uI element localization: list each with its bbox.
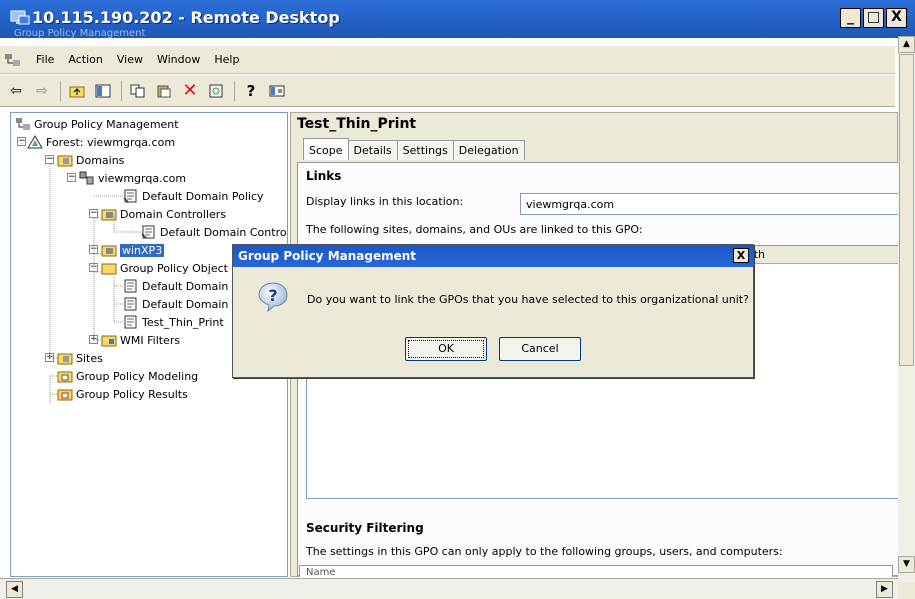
tab-details[interactable]: Details [347,140,398,160]
close-button[interactable]: X [886,8,907,28]
show-hide-tree-icon[interactable] [93,81,113,101]
toolbar: ⇦ ⇨ ✕ ? [0,75,895,107]
minimize-button[interactable]: _ [840,8,861,28]
cancel-button[interactable]: Cancel [499,337,581,361]
scroll-left-arrow-icon[interactable]: ◀ [6,581,23,598]
delete-icon[interactable]: ✕ [180,80,200,101]
display-links-label: Display links in this location: [306,195,464,208]
toolbar-separator [121,80,122,101]
dialog-title-bar[interactable]: Group Policy Management X [233,245,753,267]
tab-settings[interactable]: Settings [396,140,454,160]
linked-locations-text: The following sites, domains, and OUs ar… [306,223,643,236]
remote-desktop-title-bar[interactable]: 10.115.190.202 - Remote Desktop Group Po… [0,0,915,39]
forward-arrow-icon[interactable]: ⇨ [32,81,52,101]
menu-help[interactable]: Help [214,53,239,66]
scrollbar-thumb[interactable] [899,54,914,366]
console-icon[interactable] [267,81,287,101]
tab-delegation[interactable]: Delegation [452,140,525,160]
help-icon[interactable]: ? [241,81,261,101]
ok-button[interactable]: OK [405,337,487,361]
link-gpo-dialog: Group Policy Management X ? Do you want … [232,244,754,378]
window-controls: _ □ X [840,8,907,28]
toolbar-separator [234,80,235,101]
remote-desktop-icon [10,10,30,25]
paste-icon[interactable] [154,81,174,101]
scroll-right-arrow-icon[interactable]: ▶ [876,581,893,598]
svg-text:?: ? [268,286,277,305]
gpmc-app-icon[interactable] [4,52,22,68]
copy-icon[interactable] [128,81,148,101]
menu-window[interactable]: Window [157,53,200,66]
vertical-scrollbar[interactable]: ▲ ▼ [898,36,915,582]
horizontal-scrollbar[interactable]: ◀ ▶ [0,578,898,599]
dialog-close-button[interactable]: X [733,248,749,263]
inner-window-caption: Group Policy Management [14,28,146,39]
refresh-icon[interactable] [206,81,226,101]
question-icon: ? [258,282,288,313]
menu-view[interactable]: View [117,53,143,66]
tab-scope[interactable]: Scope [303,138,349,160]
security-filtering-text: The settings in this GPO can only apply … [306,545,783,558]
up-folder-icon[interactable] [67,81,87,101]
scroll-up-arrow-icon[interactable]: ▲ [898,36,915,53]
tab-strip: Scope Details Settings Delegation [303,138,525,160]
display-links-select[interactable]: viewmgrqa.com [520,193,900,215]
security-filtering-heading: Security Filtering [306,521,424,535]
name-column-header[interactable]: Name [306,567,336,578]
back-arrow-icon[interactable]: ⇦ [6,81,26,101]
dialog-message: Do you want to link the GPOs that you ha… [307,293,749,306]
remote-desktop-title: 10.115.190.202 - Remote Desktop [32,8,340,27]
menu-action[interactable]: Action [68,53,102,66]
security-filtering-list[interactable]: Name [299,565,893,578]
scroll-down-arrow-icon[interactable]: ▼ [898,556,915,573]
menu-bar: File Action View Window Help [0,46,895,74]
links-heading: Links [306,169,342,183]
dialog-title: Group Policy Management [238,249,417,263]
toolbar-separator [60,80,61,101]
menu-file[interactable]: File [36,53,54,66]
maximize-button[interactable]: □ [863,8,884,28]
scrollbar-corner [898,582,915,599]
gpo-title: Test_Thin_Print [297,116,417,132]
